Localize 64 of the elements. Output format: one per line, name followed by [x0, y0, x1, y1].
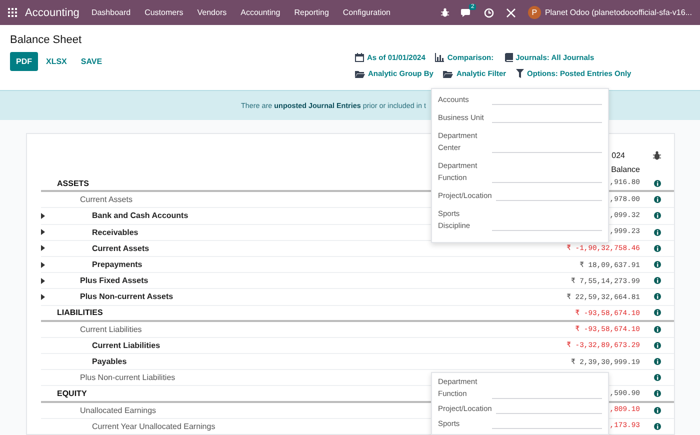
- line-name: EQUITY: [57, 389, 87, 398]
- menu-item[interactable]: Configuration: [342, 8, 390, 17]
- info-icon[interactable]: [654, 342, 660, 349]
- folder-icon: [355, 70, 365, 78]
- info-icon[interactable]: [654, 374, 660, 382]
- filter-icon: [516, 69, 524, 78]
- info-icon[interactable]: [654, 196, 660, 204]
- line-name: Plus Non-current Liabilities: [79, 373, 176, 382]
- caret-icon[interactable]: [41, 229, 45, 236]
- menu-item[interactable]: Vendors: [197, 8, 227, 17]
- caret-icon[interactable]: [41, 262, 45, 268]
- page-title: Balance Sheet: [10, 34, 82, 46]
- info-icon[interactable]: [654, 244, 660, 252]
- clock-icon[interactable]: [484, 8, 494, 18]
- line-name[interactable]: Current Assets: [57, 244, 150, 253]
- info-icon[interactable]: [654, 358, 660, 366]
- caret-icon[interactable]: [41, 245, 45, 252]
- app-name[interactable]: Accounting: [25, 6, 80, 18]
- info-icon[interactable]: [654, 261, 660, 268]
- line-name[interactable]: Plus Non-current Assets: [57, 292, 174, 302]
- info-icon[interactable]: [654, 228, 660, 236]
- bug-icon[interactable]: [440, 8, 449, 17]
- line-name[interactable]: Plus Fixed Assets: [57, 276, 148, 286]
- book-icon: [504, 53, 513, 62]
- tools-icon[interactable]: [506, 8, 516, 18]
- line-name: Payables: [91, 357, 127, 366]
- info-icon[interactable]: [654, 422, 660, 430]
- bar-chart-icon: [435, 53, 444, 62]
- info-icon[interactable]: [654, 277, 660, 284]
- user-avatar[interactable]: P: [528, 6, 541, 19]
- line-name: Current Assets: [79, 195, 132, 204]
- column-header: Balance: [611, 165, 640, 174]
- line-name: Unallocated Earnings: [79, 406, 156, 415]
- info-icon[interactable]: [654, 326, 660, 333]
- user-name[interactable]: Planet Odoo (planetodooofficial-sfa-v16...: [544, 8, 692, 17]
- info-icon[interactable]: [654, 293, 660, 300]
- caret-icon[interactable]: [41, 212, 45, 219]
- export-button[interactable]: SAVE: [74, 52, 108, 71]
- line-name: Current Liabilities: [91, 340, 160, 350]
- calendar-icon: [355, 53, 364, 62]
- line-name[interactable]: Receivables: [57, 228, 138, 237]
- caret-icon[interactable]: [41, 294, 45, 300]
- info-icon[interactable]: [654, 406, 660, 414]
- column-header: 024: [612, 151, 625, 160]
- export-button[interactable]: XLSX: [40, 52, 73, 71]
- chat-icon[interactable]: [460, 8, 472, 18]
- info-icon[interactable]: [654, 180, 660, 187]
- menu-item[interactable]: Customers: [144, 8, 184, 17]
- menu-item[interactable]: Reporting: [294, 8, 329, 17]
- info-icon[interactable]: [654, 212, 660, 220]
- line-name: ASSETS: [57, 178, 90, 188]
- line-name: Current Year Unallocated Earnings: [91, 422, 216, 431]
- menu-item[interactable]: Dashboard: [91, 8, 131, 17]
- export-button[interactable]: PDF: [10, 52, 38, 71]
- info-icon[interactable]: [654, 309, 660, 316]
- line-name: Current Liabilities: [79, 324, 142, 334]
- line-name[interactable]: Bank and Cash Accounts: [57, 211, 188, 220]
- line-name[interactable]: Prepayments: [57, 260, 142, 270]
- menu-item[interactable]: Accounting: [240, 8, 280, 17]
- folder-icon: [443, 70, 454, 78]
- caret-icon[interactable]: [41, 278, 45, 284]
- line-name: LIABILITIES: [57, 308, 103, 318]
- apps-menu-icon[interactable]: [8, 8, 17, 17]
- info-icon[interactable]: [654, 390, 660, 398]
